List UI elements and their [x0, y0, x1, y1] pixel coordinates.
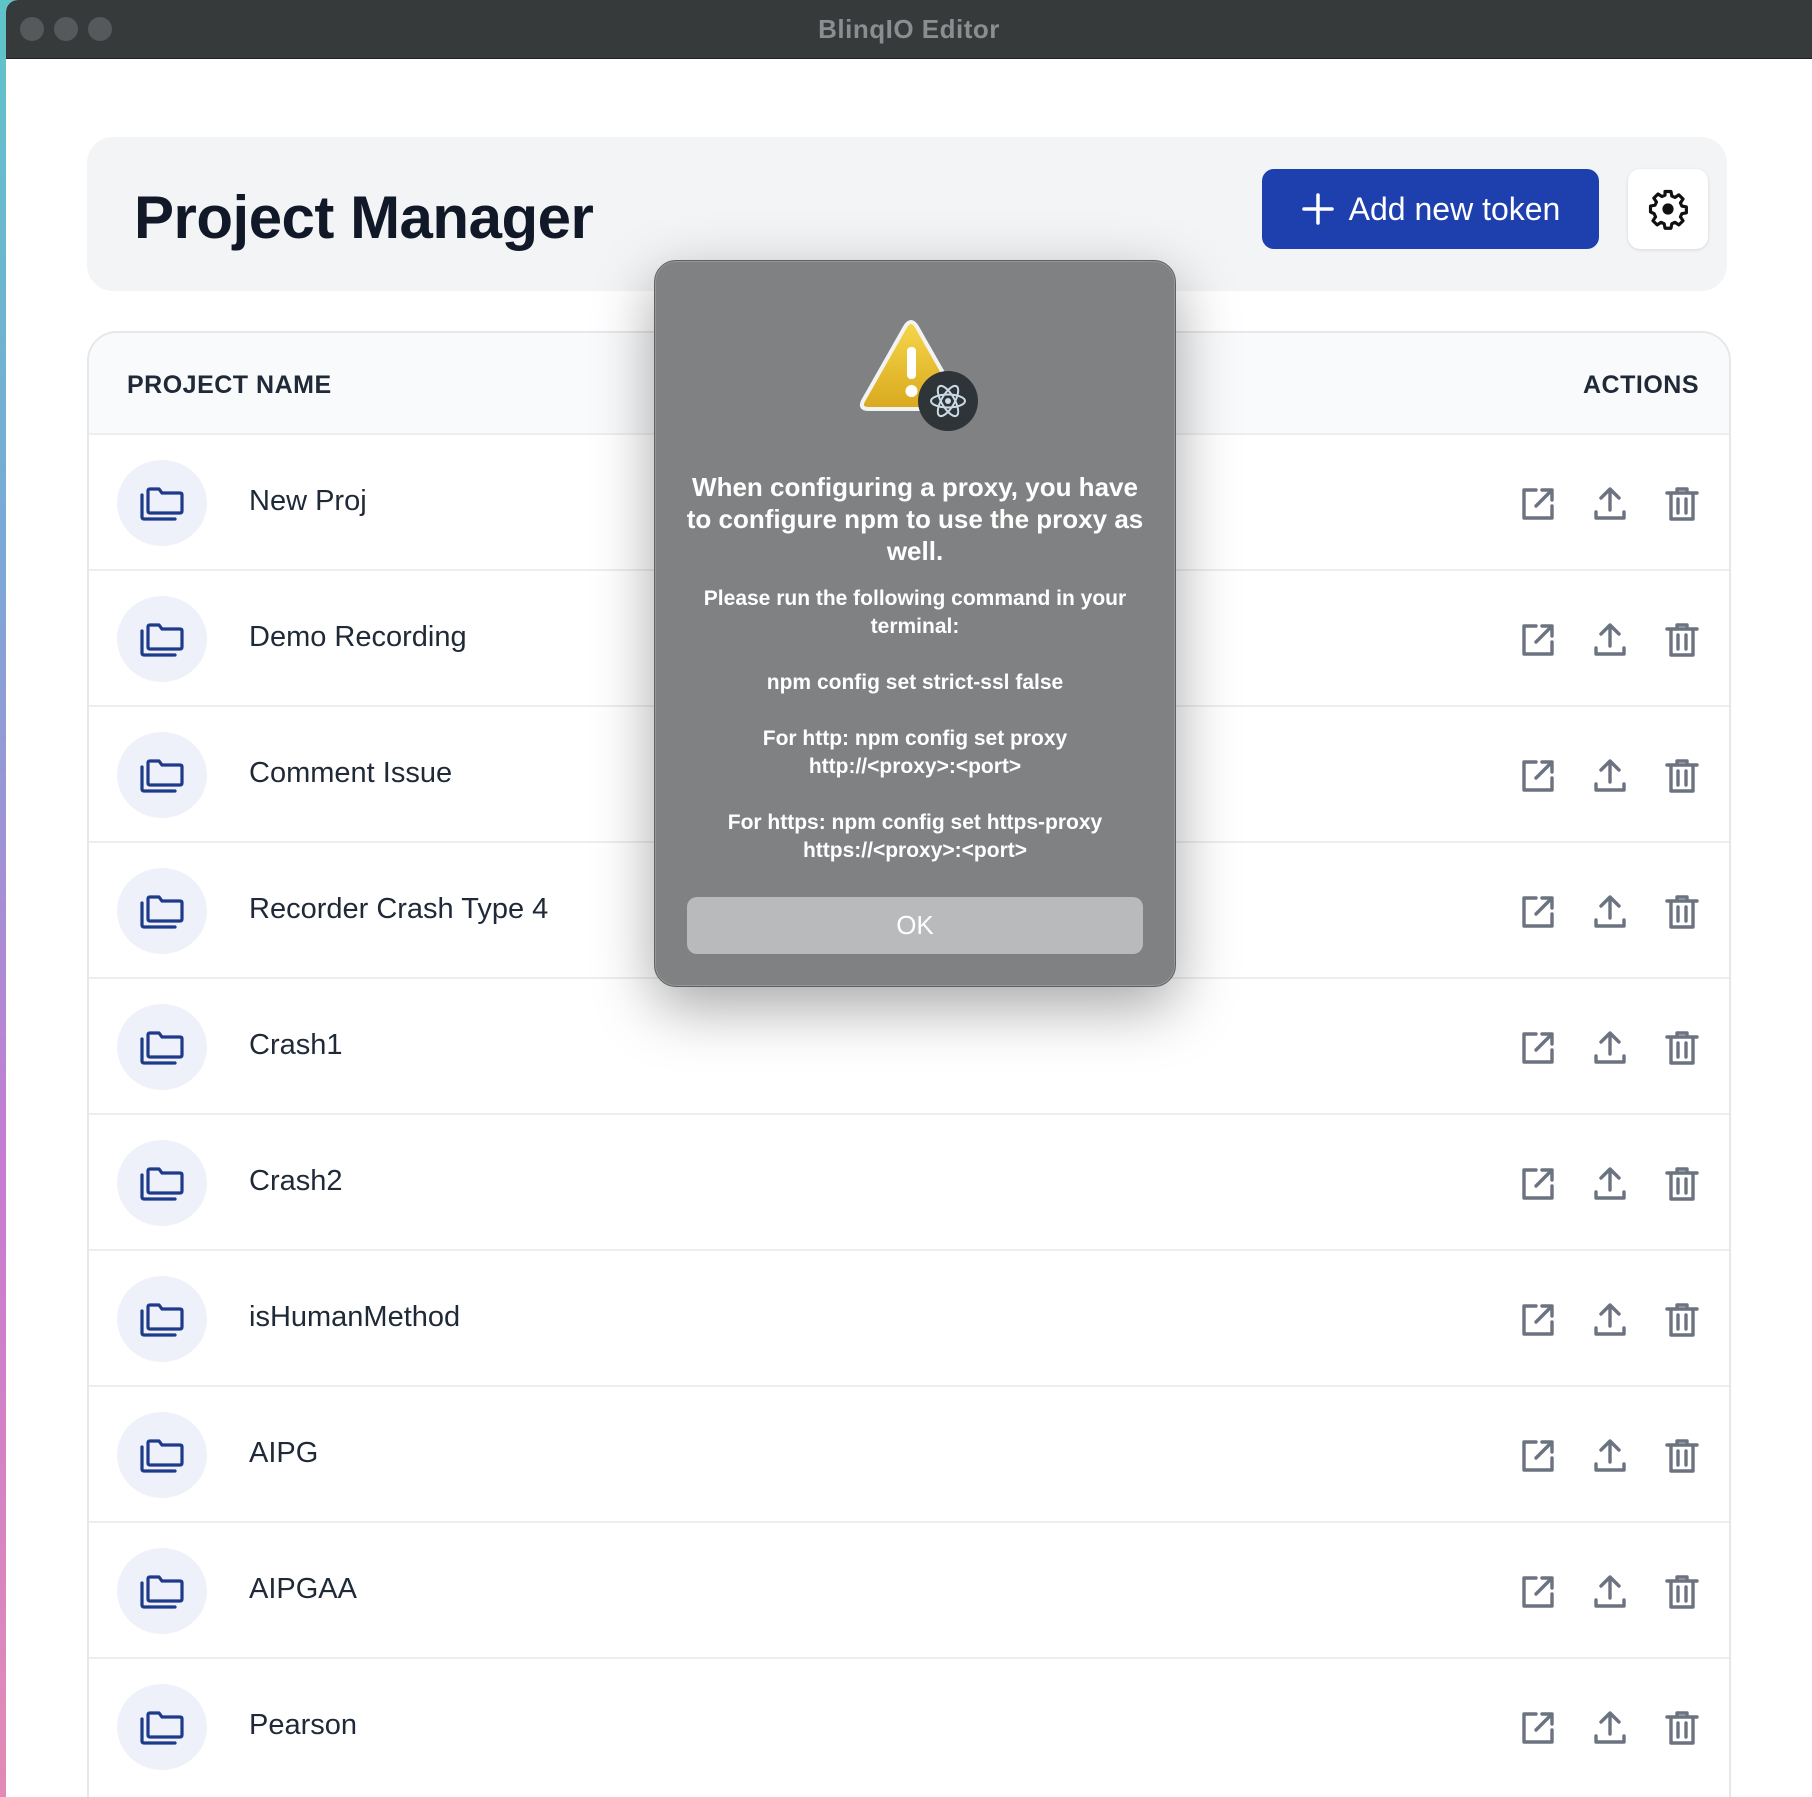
folders-icon [117, 460, 207, 546]
upload-icon[interactable] [1589, 891, 1631, 933]
folders-icon [117, 868, 207, 954]
folders-icon [117, 1412, 207, 1498]
page-title: Project Manager [134, 184, 594, 251]
table-row[interactable]: isHumanMethod [89, 1249, 1729, 1387]
proxy-alert-dialog: When configuring a proxy, you have to co… [654, 260, 1176, 987]
project-name: AIPG [249, 1437, 319, 1469]
external-link-icon[interactable] [1517, 1163, 1559, 1205]
title-bar: BlinqIO Editor [6, 0, 1812, 59]
upload-icon[interactable] [1589, 1027, 1631, 1069]
column-header-actions: ACTIONS [1583, 371, 1699, 399]
upload-icon[interactable] [1589, 1163, 1631, 1205]
trash-icon[interactable] [1661, 1707, 1703, 1749]
table-row[interactable]: AIPG [89, 1385, 1729, 1523]
dialog-message-instruction: Please run the following command in your… [703, 587, 1127, 638]
table-row[interactable]: Crash1 [89, 977, 1729, 1115]
folders-icon [117, 1140, 207, 1226]
project-name: Recorder Crash Type 4 [249, 893, 549, 925]
plus-icon [1301, 192, 1335, 226]
dialog-message-strict-ssl: npm config set strict-ssl false [766, 671, 1064, 694]
column-header-project-name: PROJECT NAME [127, 371, 332, 399]
upload-icon[interactable] [1589, 483, 1631, 525]
trash-icon[interactable] [1661, 1163, 1703, 1205]
folders-icon [117, 1684, 207, 1770]
external-link-icon[interactable] [1517, 891, 1559, 933]
folders-icon [117, 596, 207, 682]
external-link-icon[interactable] [1517, 1027, 1559, 1069]
upload-icon[interactable] [1589, 1435, 1631, 1477]
upload-icon[interactable] [1589, 1571, 1631, 1613]
trash-icon[interactable] [1661, 1027, 1703, 1069]
project-name: New Proj [249, 485, 367, 517]
external-link-icon[interactable] [1517, 1571, 1559, 1613]
trash-icon[interactable] [1661, 891, 1703, 933]
upload-icon[interactable] [1589, 1707, 1631, 1749]
external-link-icon[interactable] [1517, 755, 1559, 797]
external-link-icon[interactable] [1517, 1299, 1559, 1341]
trash-icon[interactable] [1661, 483, 1703, 525]
trash-icon[interactable] [1661, 1571, 1703, 1613]
trash-icon[interactable] [1661, 619, 1703, 661]
table-row[interactable]: Crash2 [89, 1113, 1729, 1251]
upload-icon[interactable] [1589, 755, 1631, 797]
external-link-icon[interactable] [1517, 619, 1559, 661]
dialog-title: When configuring a proxy, you have to co… [686, 472, 1144, 566]
external-link-icon[interactable] [1517, 483, 1559, 525]
folders-icon [117, 1548, 207, 1634]
external-link-icon[interactable] [1517, 1707, 1559, 1749]
trash-icon[interactable] [1661, 755, 1703, 797]
dialog-message-http: For http: npm config set proxy http://<p… [762, 727, 1068, 778]
project-name: Pearson [249, 1709, 358, 1741]
add-new-token-button[interactable]: Add new token [1262, 169, 1599, 249]
folders-icon [117, 1276, 207, 1362]
gear-icon [1647, 188, 1689, 230]
folders-icon [117, 1004, 207, 1090]
table-row[interactable]: AIPGAA [89, 1521, 1729, 1659]
project-name: Comment Issue [249, 757, 453, 789]
dialog-message-https: For https: npm config set https-proxy ht… [727, 811, 1103, 862]
folders-icon [117, 732, 207, 818]
upload-icon[interactable] [1589, 619, 1631, 661]
electron-icon [918, 371, 978, 431]
upload-icon[interactable] [1589, 1299, 1631, 1341]
warning-icon [855, 313, 979, 433]
table-row[interactable]: Pearson [89, 1657, 1729, 1795]
external-link-icon[interactable] [1517, 1435, 1559, 1477]
settings-button[interactable] [1628, 169, 1708, 249]
project-name: Crash1 [249, 1029, 343, 1061]
project-name: Demo Recording [249, 621, 467, 653]
trash-icon[interactable] [1661, 1435, 1703, 1477]
window-title: BlinqIO Editor [818, 14, 1000, 44]
app-window: BlinqIO Editor Project Manager Add new t… [6, 0, 1812, 1797]
add-new-token-label: Add new token [1348, 190, 1561, 227]
trash-icon[interactable] [1661, 1299, 1703, 1341]
project-name: Crash2 [249, 1165, 343, 1197]
ok-button[interactable]: OK [687, 897, 1143, 954]
project-name: AIPGAA [249, 1573, 357, 1605]
project-name: isHumanMethod [249, 1301, 461, 1333]
